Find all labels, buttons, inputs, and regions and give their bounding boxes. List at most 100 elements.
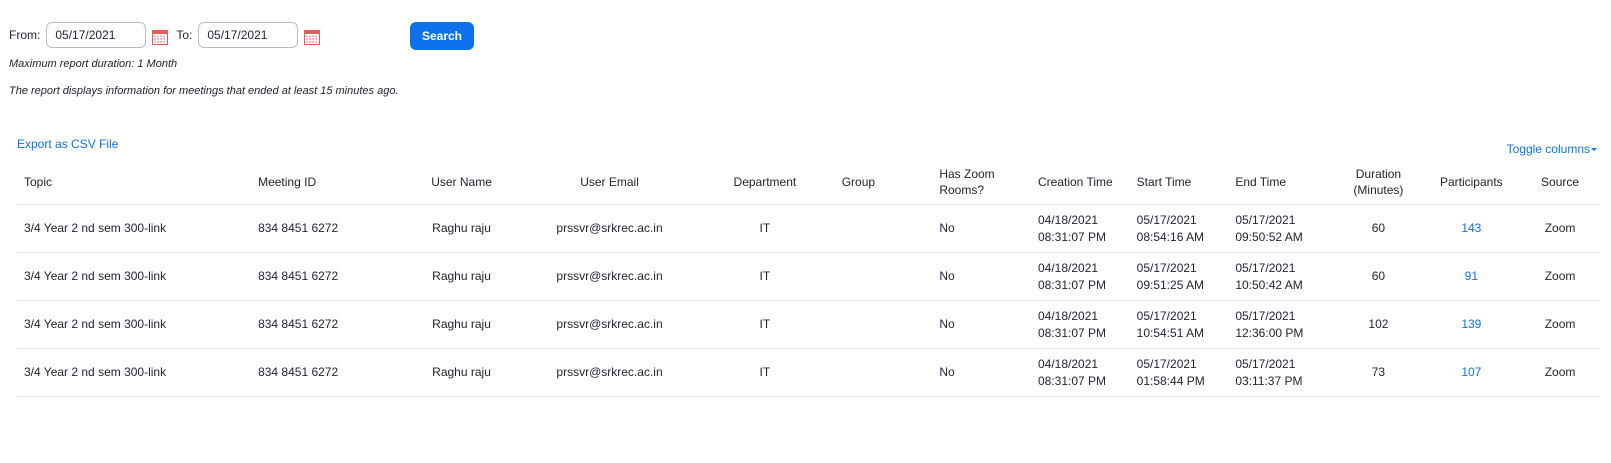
cell-end-time: 05/17/2021 12:36:00 PM — [1228, 300, 1335, 349]
col-header-user-name[interactable]: User Name — [399, 160, 524, 205]
date-part: 04/18/2021 — [1037, 356, 1099, 371]
cell-participants: 143 — [1422, 204, 1521, 253]
cell-end-time: 05/17/2021 10:50:42 AM — [1228, 252, 1335, 301]
to-label: To: — [176, 28, 193, 42]
col-header-participants[interactable]: Participants — [1422, 160, 1521, 205]
col-header-group[interactable]: Group — [834, 160, 933, 205]
date-part: 05/17/2021 — [1136, 260, 1197, 275]
date-part: 05/17/2021 — [1235, 356, 1296, 371]
col-header-duration[interactable]: Duration (Minutes) — [1334, 160, 1423, 205]
time-part: 09:50:52 AM — [1235, 229, 1303, 244]
time-part: 08:31:07 PM — [1037, 373, 1107, 388]
date-part: 05/17/2021 — [1235, 308, 1296, 323]
table-row: 3/4 Year 2 nd sem 300-link 834 8451 6272… — [17, 252, 1600, 301]
calendar-icon[interactable] — [152, 29, 169, 45]
col-header-has-zoom-rooms[interactable]: Has Zoom Rooms? — [932, 160, 1031, 205]
export-csv-link[interactable]: Export as CSV File — [17, 137, 118, 151]
date-filter-bar: From: 05/17/2021 To: 05/17/2021 — [9, 22, 328, 48]
cell-user-email: prssvr@srkrec.ac.in — [523, 300, 696, 349]
cell-start-time: 05/17/2021 01:58:44 PM — [1129, 348, 1229, 397]
participants-link[interactable]: 139 — [1461, 317, 1481, 331]
col-header-meeting-id[interactable]: Meeting ID — [251, 160, 400, 205]
cell-department: IT — [695, 348, 835, 397]
time-part: 08:31:07 PM — [1037, 277, 1107, 292]
cell-start-time: 05/17/2021 10:54:51 AM — [1129, 300, 1229, 349]
cell-user-email: prssvr@srkrec.ac.in — [523, 252, 696, 301]
cell-topic: 3/4 Year 2 nd sem 300-link — [17, 204, 252, 253]
cell-department: IT — [695, 204, 835, 253]
search-button[interactable]: Search — [410, 22, 474, 50]
participants-link[interactable]: 143 — [1461, 221, 1481, 235]
table-header: Topic Meeting ID User Name User Email De… — [17, 160, 1600, 205]
cell-participants: 91 — [1422, 252, 1521, 301]
cell-duration: 60 — [1334, 204, 1423, 253]
cell-has-zoom-rooms: No — [932, 204, 1031, 253]
calendar-icon[interactable] — [304, 29, 321, 45]
from-date-input[interactable]: 05/17/2021 — [46, 22, 147, 48]
cell-source: Zoom — [1520, 300, 1600, 349]
max-duration-note: Maximum report duration: 1 Month — [9, 58, 178, 70]
to-date-input[interactable]: 05/17/2021 — [198, 22, 299, 48]
cell-user-name: Raghu raju — [399, 300, 524, 349]
col-header-end-time[interactable]: End Time — [1228, 160, 1335, 205]
col-header-topic[interactable]: Topic — [17, 160, 252, 205]
header-line: Has Zoom — [939, 167, 995, 181]
time-part: 01:58:44 PM — [1136, 373, 1205, 388]
col-header-user-email[interactable]: User Email — [523, 160, 696, 205]
cell-creation-time: 04/18/2021 08:31:07 PM — [1030, 348, 1130, 397]
toggle-columns-label: Toggle columns — [1506, 142, 1590, 156]
date-part: 05/17/2021 — [1136, 212, 1197, 227]
cell-duration: 102 — [1334, 300, 1423, 349]
cell-end-time: 05/17/2021 03:11:37 PM — [1228, 348, 1335, 397]
cell-participants: 107 — [1422, 348, 1521, 397]
header-line: (Minutes) — [1353, 183, 1404, 197]
cell-duration: 60 — [1334, 252, 1423, 301]
cell-start-time: 05/17/2021 08:54:16 AM — [1129, 204, 1229, 253]
date-part: 04/18/2021 — [1037, 308, 1099, 323]
header-row: Topic Meeting ID User Name User Email De… — [17, 160, 1600, 205]
cell-source: Zoom — [1520, 204, 1600, 253]
caret-down-icon — [1591, 148, 1597, 152]
cell-start-time: 05/17/2021 09:51:25 AM — [1129, 252, 1229, 301]
time-part: 03:11:37 PM — [1235, 373, 1303, 388]
cell-end-time: 05/17/2021 09:50:52 AM — [1228, 204, 1335, 253]
cell-source: Zoom — [1520, 348, 1600, 397]
col-header-source[interactable]: Source — [1520, 160, 1600, 205]
cell-source: Zoom — [1520, 252, 1600, 301]
participants-link[interactable]: 91 — [1465, 269, 1478, 283]
from-label: From: — [9, 28, 41, 42]
date-part: 04/18/2021 — [1037, 260, 1099, 275]
participants-link[interactable]: 107 — [1461, 365, 1481, 379]
col-header-department[interactable]: Department — [695, 160, 835, 205]
cell-duration: 73 — [1334, 348, 1423, 397]
cell-participants: 139 — [1422, 300, 1521, 349]
time-part: 09:51:25 AM — [1136, 277, 1205, 292]
time-part: 12:36:00 PM — [1235, 325, 1304, 340]
cell-meeting-id: 834 8451 6272 — [251, 300, 400, 349]
col-header-creation-time[interactable]: Creation Time — [1030, 160, 1130, 205]
cell-has-zoom-rooms: No — [932, 300, 1031, 349]
cell-topic: 3/4 Year 2 nd sem 300-link — [17, 300, 252, 349]
cell-user-email: prssvr@srkrec.ac.in — [523, 348, 696, 397]
date-part: 05/17/2021 — [1136, 356, 1197, 371]
time-part: 10:50:42 AM — [1235, 277, 1303, 292]
cell-creation-time: 04/18/2021 08:31:07 PM — [1030, 204, 1130, 253]
table-row: 3/4 Year 2 nd sem 300-link 834 8451 6272… — [17, 204, 1600, 253]
cell-topic: 3/4 Year 2 nd sem 300-link — [17, 252, 252, 301]
time-part: 08:31:07 PM — [1037, 229, 1107, 244]
table-row: 3/4 Year 2 nd sem 300-link 834 8451 6272… — [17, 348, 1600, 397]
date-part: 05/17/2021 — [1235, 260, 1296, 275]
toggle-columns-dropdown[interactable]: Toggle columns — [1507, 142, 1597, 156]
cell-meeting-id: 834 8451 6272 — [251, 252, 400, 301]
cell-creation-time: 04/18/2021 08:31:07 PM — [1030, 252, 1130, 301]
cell-has-zoom-rooms: No — [932, 348, 1031, 397]
report-info-note: The report displays information for meet… — [9, 85, 399, 97]
cell-user-name: Raghu raju — [399, 252, 524, 301]
col-header-start-time[interactable]: Start Time — [1129, 160, 1229, 205]
cell-group — [834, 300, 933, 349]
date-part: 05/17/2021 — [1136, 308, 1197, 323]
cell-group — [834, 204, 933, 253]
cell-has-zoom-rooms: No — [932, 252, 1031, 301]
cell-user-name: Raghu raju — [399, 348, 524, 397]
cell-group — [834, 348, 933, 397]
